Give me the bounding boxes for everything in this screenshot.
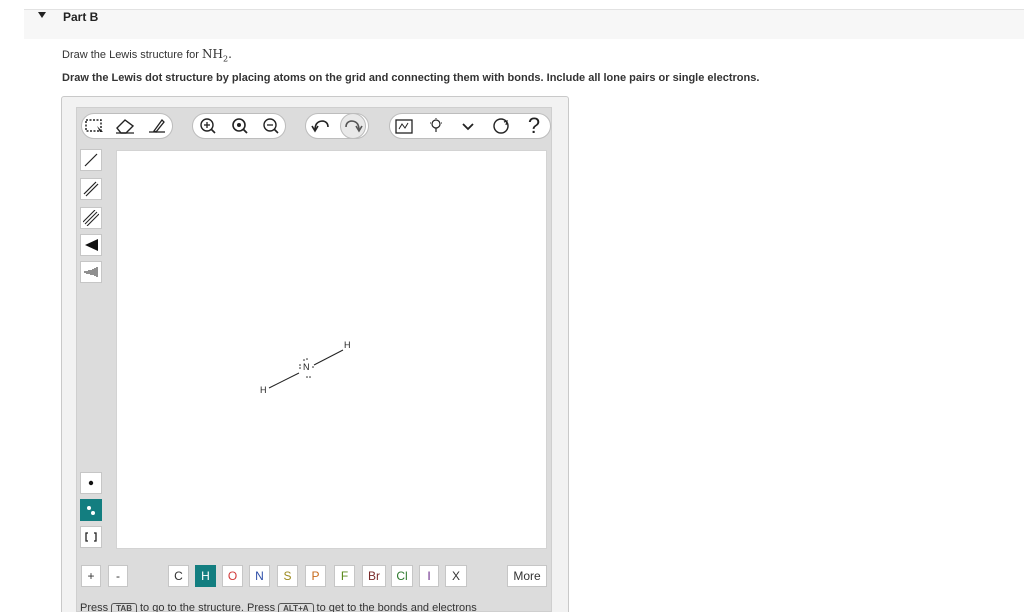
atom-h-right[interactable]: H: [344, 340, 351, 350]
element-c-button[interactable]: C: [168, 565, 189, 587]
element-f-button[interactable]: F: [334, 565, 355, 587]
undo-icon[interactable]: [309, 114, 333, 138]
element-x-button[interactable]: X: [445, 565, 467, 587]
part-header[interactable]: [24, 9, 1024, 39]
atom-h-left[interactable]: H: [260, 385, 267, 395]
eraser-icon[interactable]: [113, 114, 137, 138]
wedge-bond-icon[interactable]: [80, 234, 102, 256]
element-h-button[interactable]: H: [195, 565, 216, 587]
keyboard-hint: Press TAB to go to the structure. Press ALT…: [80, 602, 477, 612]
clean-icon[interactable]: [392, 114, 416, 138]
element-o-button[interactable]: O: [222, 565, 243, 587]
triple-bond-icon[interactable]: [80, 207, 102, 229]
charge-plus-button[interactable]: +: [81, 565, 101, 587]
charge-minus-button[interactable]: -: [108, 565, 128, 587]
hint-key-tab: TAB: [111, 603, 137, 612]
element-s-button[interactable]: S: [277, 565, 298, 587]
single-bond-icon[interactable]: [80, 149, 102, 171]
hint-key-alt-a: ALT+A: [278, 603, 314, 612]
expand-icon[interactable]: [456, 114, 480, 138]
molecule-drawing: [268, 349, 344, 389]
hint-end: to get to the bonds and electrons: [316, 602, 477, 612]
element-br-button[interactable]: Br: [362, 565, 386, 587]
part-title: Part B: [63, 10, 99, 24]
element-n-button[interactable]: N: [249, 565, 270, 587]
hint-mid: to go to the structure. Press: [139, 602, 276, 612]
hint-press: Press: [80, 602, 109, 612]
question-prompt: Draw the Lewis structure for NH2.: [62, 47, 232, 63]
lone-pair-bottom[interactable]: [306, 376, 311, 378]
lone-pair-top[interactable]: [303, 358, 308, 361]
redo-icon[interactable]: [340, 113, 366, 139]
zoom-in-icon[interactable]: [196, 114, 220, 138]
formula: NH2.: [202, 47, 232, 63]
formula-main: NH: [202, 47, 223, 61]
bond-h-n[interactable]: [268, 372, 300, 389]
double-bond-icon[interactable]: [80, 178, 102, 200]
bracket-icon[interactable]: [80, 526, 102, 548]
more-elements-button[interactable]: More: [507, 565, 547, 587]
zoom-fit-icon[interactable]: [228, 114, 252, 138]
hash-bond-icon[interactable]: [80, 261, 102, 283]
drawing-canvas[interactable]: H N H: [116, 150, 547, 549]
element-bar: + - C H O N S P F Br Cl I X More: [79, 565, 552, 589]
collapse-caret-icon[interactable]: [38, 12, 46, 18]
lone-pair-left[interactable]: [299, 364, 301, 369]
prompt-prefix: Draw the Lewis structure for: [62, 49, 202, 61]
hint-icon[interactable]: [424, 114, 448, 138]
element-cl-button[interactable]: Cl: [391, 565, 413, 587]
draw-icon[interactable]: [145, 114, 169, 138]
zoom-out-icon[interactable]: [259, 114, 283, 138]
element-p-button[interactable]: P: [305, 565, 326, 587]
element-i-button[interactable]: I: [419, 565, 439, 587]
question-instruction: Draw the Lewis dot structure by placing …: [62, 72, 760, 84]
radical-electron[interactable]: [312, 366, 314, 368]
formula-suffix: .: [228, 47, 232, 61]
selection-icon[interactable]: [83, 114, 107, 138]
settings-icon[interactable]: [489, 114, 513, 138]
help-icon[interactable]: ?: [521, 113, 547, 139]
radical-icon[interactable]: [80, 472, 102, 494]
atom-n[interactable]: N: [303, 362, 310, 372]
lone-pair-icon[interactable]: [80, 499, 102, 521]
bond-n-h[interactable]: [313, 349, 344, 366]
